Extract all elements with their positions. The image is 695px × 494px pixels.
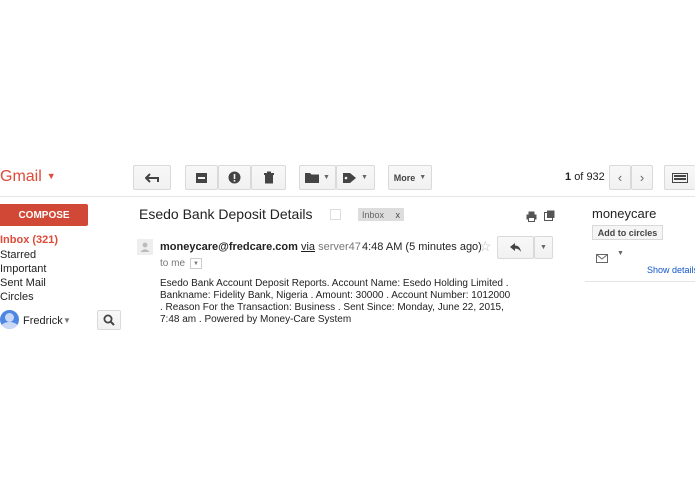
archive-icon	[196, 172, 207, 183]
spam-icon	[228, 171, 241, 184]
show-details-link[interactable]: Show details	[647, 265, 695, 275]
message-body-line: . Reason For the Transaction: Business .…	[160, 302, 504, 313]
message-body-line: Bankname: Fidelity Bank, Nigeria . Amoun…	[160, 290, 511, 301]
add-to-circles-button[interactable]: Add to circles	[592, 225, 663, 240]
avatar-body	[1, 322, 18, 329]
chevron-left-icon: ‹	[617, 170, 623, 185]
caret-down-icon: ▼	[323, 174, 330, 181]
move-to-button[interactable]: ▼	[299, 165, 336, 190]
print-icon	[526, 211, 537, 222]
caret-down-icon: ▼	[46, 171, 56, 181]
caret-down-icon[interactable]: ▼	[63, 316, 71, 325]
open-new-window-icon	[544, 210, 555, 221]
person-icon	[140, 242, 150, 252]
avatar[interactable]	[0, 310, 19, 329]
print-all-button[interactable]	[526, 209, 537, 227]
user-name[interactable]: Fredrick	[23, 315, 63, 327]
toolbar-divider	[0, 196, 695, 197]
input-tools-button[interactable]	[664, 165, 695, 190]
inbox-label-chip: Inbox x	[358, 208, 404, 221]
report-spam-button[interactable]	[218, 165, 251, 190]
compose-button[interactable]: COMPOSE	[0, 204, 88, 226]
caret-down-icon: ▼	[540, 244, 547, 251]
important-marker-icon[interactable]	[330, 209, 341, 220]
remove-label-button[interactable]: x	[396, 210, 401, 220]
trash-icon	[263, 171, 274, 184]
reply-arrow-icon	[510, 243, 521, 252]
email-contact-button[interactable]	[596, 250, 608, 268]
pager: 1 of 932	[565, 171, 605, 183]
via-link[interactable]: via	[301, 241, 315, 253]
star-icon[interactable]: ☆	[479, 238, 492, 255]
new-window-button[interactable]	[544, 208, 555, 226]
via-server: server47	[318, 241, 361, 253]
delete-button[interactable]	[251, 165, 286, 190]
caret-down-icon: ▼	[193, 260, 199, 267]
envelope-icon	[596, 254, 608, 263]
sidebar-item-sent-mail[interactable]: Sent Mail	[0, 277, 46, 289]
keyboard-icon	[672, 172, 688, 183]
search-people-button[interactable]	[97, 310, 121, 330]
caret-down-icon: ▼	[361, 174, 368, 181]
sidebar-item-circles[interactable]: Circles	[0, 291, 34, 303]
newer-button[interactable]: ‹	[609, 165, 631, 190]
caret-down-icon[interactable]: ▼	[617, 250, 624, 257]
email-subject: Esedo Bank Deposit Details	[139, 206, 313, 222]
folder-icon	[305, 173, 320, 183]
sender-line: moneycare@fredcare.com via server47	[160, 241, 361, 253]
contact-name: moneycare	[592, 206, 657, 221]
message-body-line: 7:48 am . Powered by Money-Care System	[160, 314, 352, 325]
back-arrow-icon	[145, 172, 159, 183]
sidebar-item-important[interactable]: Important	[0, 263, 46, 275]
sender-avatar[interactable]	[137, 239, 153, 255]
avatar-head	[5, 313, 14, 322]
sidebar-item-starred[interactable]: Starred	[0, 249, 36, 261]
archive-button[interactable]	[185, 165, 218, 190]
caret-down-icon: ▼	[419, 174, 427, 181]
recipient-line: to me	[160, 258, 186, 269]
sidebar-item-inbox[interactable]: Inbox (321)	[0, 234, 58, 246]
search-icon	[103, 314, 115, 326]
chevron-right-icon: ›	[639, 170, 645, 185]
back-button[interactable]	[133, 165, 171, 190]
contact-divider	[585, 281, 695, 282]
reply-button[interactable]	[497, 236, 534, 259]
labels-button[interactable]: ▼	[336, 165, 375, 190]
sender-email[interactable]: moneycare@fredcare.com	[160, 241, 298, 253]
message-time: 4:48 AM (5 minutes ago)	[362, 241, 482, 253]
message-body-line: Esedo Bank Account Deposit Reports. Acco…	[160, 278, 509, 289]
older-button[interactable]: ›	[631, 165, 653, 190]
tag-icon	[343, 172, 357, 183]
more-button[interactable]: More ▼	[388, 165, 432, 190]
more-actions-button[interactable]: ▼	[534, 236, 553, 259]
gmail-logo[interactable]: Gmail ▼	[0, 168, 56, 186]
show-details-toggle[interactable]: ▼	[190, 258, 202, 269]
